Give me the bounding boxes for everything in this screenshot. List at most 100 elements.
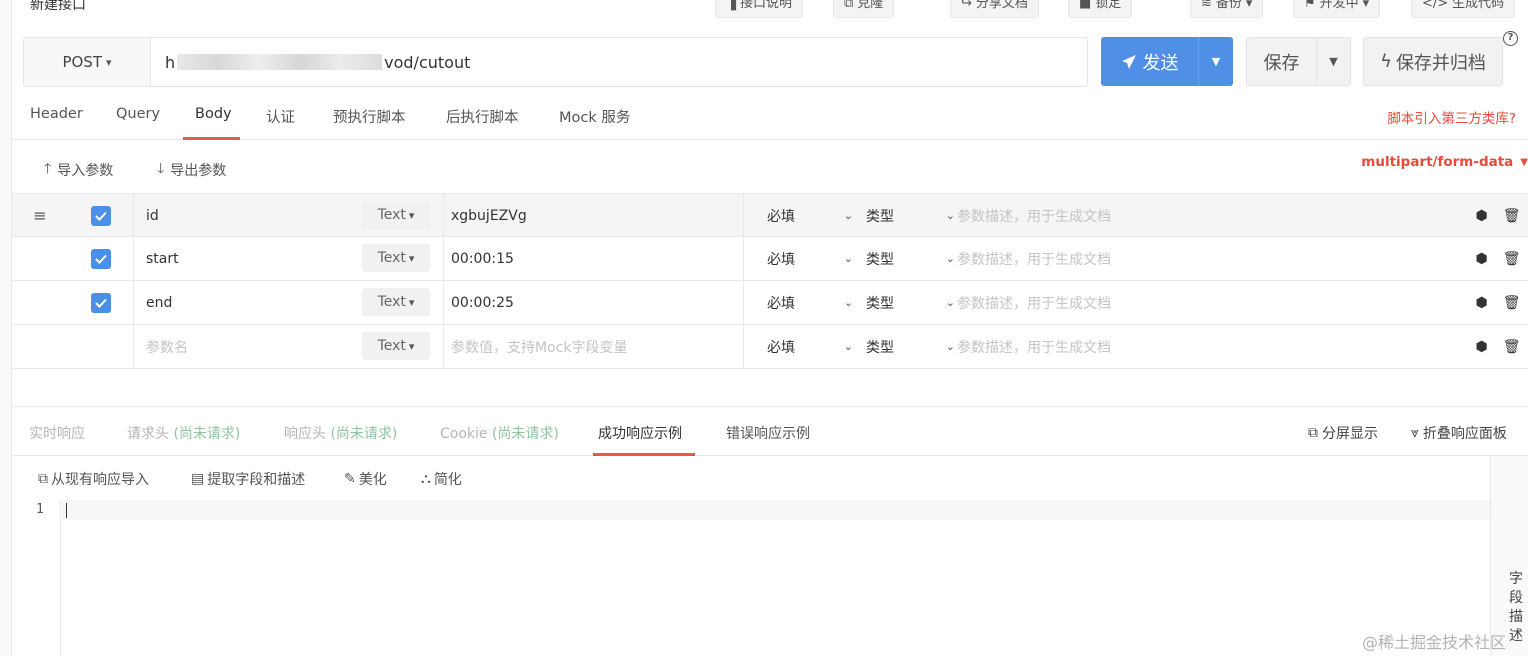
import-params-button[interactable]: 🡑 导入参数: [44, 158, 113, 182]
simplify-button[interactable]: ⛬ 简化: [421, 469, 462, 489]
active-tab-indicator: [183, 137, 240, 140]
backup-button[interactable]: ≋ 备份 ▾: [1190, 0, 1264, 18]
param-desc-input[interactable]: 参数描述，用于生成文档: [957, 281, 1457, 324]
tab-cookie[interactable]: Cookie (尚未请求): [440, 423, 559, 443]
save-button[interactable]: 保存: [1247, 38, 1317, 85]
tab-live-response[interactable]: 实时响应: [29, 423, 85, 443]
request-bar: POST ▾ h vod/cutout: [23, 37, 1088, 87]
param-required-select[interactable]: 必填 ⌄: [755, 237, 855, 280]
tab-query[interactable]: Query: [116, 106, 160, 122]
share-doc-button[interactable]: ↪ 分享文档: [950, 0, 1039, 18]
tab-header[interactable]: Header: [30, 106, 83, 122]
tab-auth[interactable]: 认证: [266, 106, 295, 127]
bolt-icon: ϟ: [1380, 51, 1392, 72]
trash-icon[interactable]: 🗑: [1503, 295, 1521, 311]
param-value-input[interactable]: 00:00:25: [439, 281, 744, 324]
file-icon: ▐: [726, 0, 736, 11]
content-type-select[interactable]: multipart/form-data ▼: [1361, 154, 1528, 170]
document-icon: ▤: [191, 471, 205, 487]
param-datatype-select[interactable]: 类型 ⌄: [854, 325, 957, 368]
param-required-select[interactable]: 必填 ⌄: [755, 194, 855, 237]
caret-down-icon: ▼: [1329, 55, 1338, 68]
save-dropdown[interactable]: ▼: [1317, 38, 1350, 85]
param-desc-input[interactable]: 参数描述，用于生成文档: [957, 194, 1457, 237]
tab-mock[interactable]: Mock 服务: [559, 106, 630, 127]
tab-success-example[interactable]: 成功响应示例: [598, 423, 682, 443]
tab-request-headers[interactable]: 请求头 (尚未请求): [127, 423, 240, 443]
param-type-select[interactable]: Text ▾: [362, 201, 430, 229]
param-type-select[interactable]: Text ▾: [362, 332, 430, 360]
import-response-button[interactable]: ⧉ 从现有响应导入: [38, 469, 149, 489]
param-enabled-checkbox[interactable]: [90, 205, 111, 226]
copy-icon: ⧉: [38, 471, 48, 487]
row-actions: ⬢ 🗑: [1468, 281, 1528, 324]
param-required-select[interactable]: 必填 ⌄: [755, 281, 855, 324]
active-tab-indicator: [593, 453, 695, 456]
param-type-select[interactable]: Text ▾: [362, 244, 430, 272]
response-example-editor[interactable]: 1: [12, 500, 1490, 656]
trash-icon[interactable]: 🗑: [1503, 251, 1521, 267]
field-description-panel[interactable]: 字段描述: [1490, 456, 1528, 656]
left-sidebar-strip: [0, 0, 12, 656]
tab-body[interactable]: Body: [195, 106, 232, 122]
table-row: ≡ id Text ▾ xgbujEZVg 必填 ⌄ 类型 ⌄ 参数描述，用于生成文档…: [12, 193, 1528, 237]
third-party-library-link[interactable]: 脚本引入第三方类库?: [1387, 107, 1516, 127]
chevron-down-icon: ▾: [1245, 0, 1253, 11]
flag-icon: ⚑: [1304, 0, 1316, 11]
param-value-input[interactable]: xgbujEZVg: [439, 194, 744, 237]
clone-button[interactable]: ⧉ 克隆: [833, 0, 895, 18]
trash-icon[interactable]: 🗑: [1503, 339, 1521, 355]
status-button[interactable]: ⚑ 开发中 ▾: [1293, 0, 1381, 18]
send-button-group: 发送 ▼: [1101, 37, 1233, 86]
params-table: ≡ id Text ▾ xgbujEZVg 必填 ⌄ 类型 ⌄ 参数描述，用于生成文档…: [12, 193, 1528, 369]
tab-pre-script[interactable]: 预执行脚本: [333, 106, 406, 127]
collapse-panel-button[interactable]: ⩔ 折叠响应面板: [1411, 423, 1507, 443]
send-dropdown[interactable]: ▼: [1199, 37, 1233, 86]
param-enabled-checkbox[interactable]: [90, 292, 111, 313]
split-icon: ⧉: [1308, 425, 1318, 441]
param-required-select[interactable]: 必填 ⌄: [755, 325, 855, 368]
table-row-new: 参数名 Text ▾ 参数值，支持Mock字段变量 必填 ⌄ 类型 ⌄ 参数描述，用于…: [12, 325, 1528, 369]
param-value-input[interactable]: 参数值，支持Mock字段变量: [439, 325, 744, 368]
chevron-down-icon: ▾: [1362, 0, 1370, 11]
send-icon: [1121, 54, 1136, 69]
cube-icon[interactable]: ⬢: [1475, 339, 1487, 355]
param-type-select[interactable]: Text ▾: [362, 288, 430, 316]
param-value-input[interactable]: 00:00:15: [439, 237, 744, 280]
drag-handle-icon[interactable]: ≡: [12, 194, 68, 237]
lock-icon: ■: [1079, 0, 1092, 11]
beautify-button[interactable]: ✎ 美化: [344, 469, 387, 489]
copy-icon: ⧉: [844, 0, 854, 11]
watermark: @稀土掘金技术社区: [1362, 633, 1507, 652]
cube-icon[interactable]: ⬢: [1475, 208, 1487, 224]
lock-button[interactable]: ■ 锁定: [1068, 0, 1133, 18]
param-desc-input[interactable]: 参数描述，用于生成文档: [957, 325, 1457, 368]
trash-icon[interactable]: 🗑: [1503, 208, 1521, 224]
tab-post-script[interactable]: 后执行脚本: [446, 106, 519, 127]
cube-icon[interactable]: ⬢: [1475, 295, 1487, 311]
chevron-down-icon: ⌄: [945, 252, 955, 265]
cube-icon[interactable]: ⬢: [1475, 251, 1487, 267]
doc-button[interactable]: ▐ 接口说明: [715, 0, 804, 18]
text-cursor: [66, 503, 67, 518]
body-toolbar: 🡑 导入参数 🡓 导出参数 multipart/form-data ▼: [12, 148, 1528, 188]
param-desc-input[interactable]: 参数描述，用于生成文档: [957, 237, 1457, 280]
tab-response-headers[interactable]: 响应头 (尚未请求): [284, 423, 397, 443]
save-and-return-button[interactable]: ϟ 保存并归档: [1363, 37, 1503, 86]
param-datatype-select[interactable]: 类型 ⌄: [854, 237, 957, 280]
save-button-group: 保存 ▼: [1246, 37, 1351, 86]
export-params-button[interactable]: 🡓 导出参数: [157, 158, 226, 182]
line-number: 1: [36, 502, 44, 517]
send-button[interactable]: 发送: [1101, 37, 1199, 86]
help-icon[interactable]: ?: [1503, 31, 1518, 46]
method-select[interactable]: POST ▾: [24, 38, 151, 86]
page-title: 新建接口: [30, 0, 86, 13]
param-enabled-checkbox[interactable]: [90, 248, 111, 269]
generate-code-button[interactable]: </> 生成代码: [1411, 0, 1516, 18]
split-view-button[interactable]: ⧉ 分屏显示: [1308, 423, 1378, 443]
extract-fields-button[interactable]: ▤ 提取字段和描述: [191, 469, 305, 489]
tab-error-example[interactable]: 错误响应示例: [726, 423, 810, 443]
param-datatype-select[interactable]: 类型 ⌄: [854, 281, 957, 324]
url-input[interactable]: h vod/cutout: [151, 38, 1087, 86]
param-datatype-select[interactable]: 类型 ⌄: [854, 194, 957, 237]
